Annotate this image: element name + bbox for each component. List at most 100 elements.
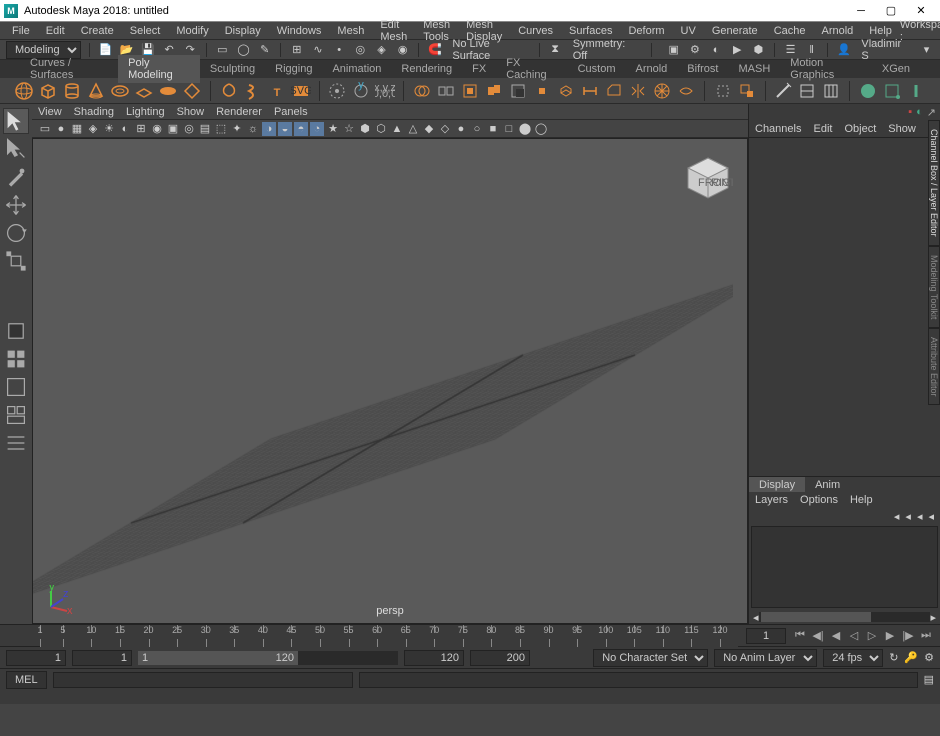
shelf-tab-bifrost[interactable]: Bifrost — [677, 61, 728, 77]
menu-generate[interactable]: Generate — [704, 23, 766, 39]
viewtool-18[interactable]: ★ — [326, 122, 340, 136]
menu-file[interactable]: File — [4, 23, 38, 39]
boolean-diff-icon[interactable] — [508, 79, 528, 103]
shelf-tab-mash[interactable]: MASH — [728, 61, 780, 77]
menu-surfaces[interactable]: Surfaces — [561, 23, 620, 39]
poly-cylinder-icon[interactable] — [62, 79, 82, 103]
anim-layer-dropdown[interactable]: No Anim Layer — [714, 649, 817, 667]
render-icon[interactable]: ▣ — [666, 42, 681, 58]
viewtool-28[interactable]: ■ — [486, 122, 500, 136]
range-out-field[interactable] — [404, 650, 464, 666]
edge-flow-icon[interactable] — [676, 79, 696, 103]
channelmenu-show[interactable]: Show — [888, 123, 916, 135]
viewmenu-lighting[interactable]: Lighting — [126, 106, 165, 118]
viewmenu-show[interactable]: Show — [177, 106, 205, 118]
live-surface-icon[interactable]: ◉ — [395, 42, 410, 58]
goto-end-button[interactable]: ⏭ — [918, 628, 934, 644]
user-dropdown-icon[interactable]: ▾ — [919, 42, 934, 58]
menu-help[interactable]: Help — [861, 23, 900, 39]
target-weld-icon[interactable] — [713, 79, 733, 103]
layout-four-icon[interactable] — [3, 402, 29, 428]
step-back-button[interactable]: ◀ — [828, 628, 844, 644]
outliner-icon[interactable] — [3, 346, 29, 372]
shelf-tab-sculpting[interactable]: Sculpting — [200, 61, 265, 77]
paint-select-icon[interactable]: ✎ — [257, 42, 272, 58]
current-frame-field[interactable] — [746, 628, 786, 644]
viewtool-30[interactable]: ⬤ — [518, 122, 532, 136]
viewtool-27[interactable]: ○ — [470, 122, 484, 136]
poke-icon-icon[interactable] — [652, 79, 672, 103]
menu-modify[interactable]: Modify — [168, 23, 216, 39]
shelf-tab-animation[interactable]: Animation — [322, 61, 391, 77]
pivot-icon[interactable]: y — [351, 79, 371, 103]
snap-grid-icon[interactable]: ⊞ — [289, 42, 304, 58]
menu-curves[interactable]: Curves — [510, 23, 561, 39]
fps-dropdown[interactable]: 24 fps — [823, 649, 883, 667]
viewtool-10[interactable]: ▤ — [198, 122, 212, 136]
shelf-tab-rigging[interactable]: Rigging — [265, 61, 322, 77]
viewtool-23[interactable]: △ — [406, 122, 420, 136]
menu-cache[interactable]: Cache — [766, 23, 814, 39]
layer-list[interactable] — [751, 526, 938, 608]
viewtool-3[interactable]: ◈ — [86, 122, 100, 136]
sidebartab-modeling-toolkit[interactable]: Modeling Toolkit — [928, 246, 940, 328]
menu-edit[interactable]: Edit — [38, 23, 73, 39]
step-forward-key-button[interactable]: |▶ — [900, 628, 916, 644]
super-shape-icon[interactable] — [219, 79, 239, 103]
layer-new-icon[interactable]: ◂ — [917, 510, 923, 523]
viewtool-31[interactable]: ◯ — [534, 122, 548, 136]
sculpt-icon-icon[interactable] — [858, 79, 878, 103]
loop-icon[interactable]: ↻ — [889, 651, 898, 664]
channel-box[interactable] — [749, 138, 940, 476]
viewtool-12[interactable]: ✦ — [230, 122, 244, 136]
lasso-icon[interactable]: ◯ — [236, 42, 251, 58]
timeline-ruler[interactable]: 1510152025303540455055606570758085909510… — [40, 625, 738, 647]
bridge-icon-icon[interactable] — [580, 79, 600, 103]
viewtool-4[interactable]: ☀ — [102, 122, 116, 136]
poly-cone-icon[interactable] — [86, 79, 106, 103]
viewtool-9[interactable]: ◎ — [182, 122, 196, 136]
toolsettings-toggle-icon[interactable]: ↗ — [927, 106, 936, 119]
insert-edge-icon[interactable] — [821, 79, 841, 103]
viewtool-25[interactable]: ◇ — [438, 122, 452, 136]
poly-append-icon[interactable] — [737, 79, 757, 103]
select-tool[interactable] — [3, 108, 29, 134]
poly-cube-icon[interactable] — [38, 79, 58, 103]
viewtool-14[interactable]: ◑ — [262, 122, 276, 136]
layer-scrollbar[interactable]: ◂▸ — [749, 610, 940, 624]
view-cube[interactable]: FRONTRIGHT — [683, 153, 733, 203]
viewmenu-shading[interactable]: Shading — [74, 106, 114, 118]
move-tool[interactable] — [3, 192, 29, 218]
sidebartab-attribute-editor[interactable]: Attribute Editor — [928, 328, 940, 406]
viewtool-22[interactable]: ▲ — [390, 122, 404, 136]
lasso-tool[interactable] — [3, 136, 29, 162]
viewtool-26[interactable]: ● — [454, 122, 468, 136]
paint-tool[interactable] — [3, 164, 29, 190]
mirror-icon-icon[interactable] — [628, 79, 648, 103]
boolean-inter-icon[interactable] — [532, 79, 552, 103]
separate-icon[interactable] — [436, 79, 456, 103]
character-set-dropdown[interactable]: No Character Set — [593, 649, 708, 667]
boolean-union-icon[interactable] — [484, 79, 504, 103]
menu-windows[interactable]: Windows — [269, 23, 330, 39]
layermenu-options[interactable]: Options — [800, 494, 838, 506]
viewtool-0[interactable]: ▭ — [38, 122, 52, 136]
range-slider[interactable]: 1120 — [138, 651, 398, 665]
play-back-button[interactable]: ◁ — [846, 628, 862, 644]
range-end-field[interactable] — [470, 650, 530, 666]
channelbox-toggle-icon[interactable]: ▪ — [908, 106, 912, 118]
layout-single-icon[interactable] — [3, 374, 29, 400]
layer-add-icon[interactable]: ◂ — [928, 510, 934, 523]
viewmenu-renderer[interactable]: Renderer — [216, 106, 262, 118]
layer-playback-icon[interactable]: ◂ — [905, 510, 911, 523]
layertab-display[interactable]: Display — [749, 477, 805, 492]
select-mode-icon[interactable]: ▭ — [215, 42, 230, 58]
viewtool-16[interactable]: ◓ — [294, 122, 308, 136]
multi-cut-icon[interactable] — [773, 79, 793, 103]
script-editor-icon[interactable]: ▤ — [924, 673, 934, 686]
hypershade-icon[interactable]: ⬢ — [751, 42, 766, 58]
ipr-icon[interactable]: ◐ — [708, 42, 723, 58]
viewmenu-view[interactable]: View — [38, 106, 62, 118]
play-forward-button[interactable]: ▷ — [864, 628, 880, 644]
shelf-tab-fx[interactable]: FX — [462, 61, 496, 77]
